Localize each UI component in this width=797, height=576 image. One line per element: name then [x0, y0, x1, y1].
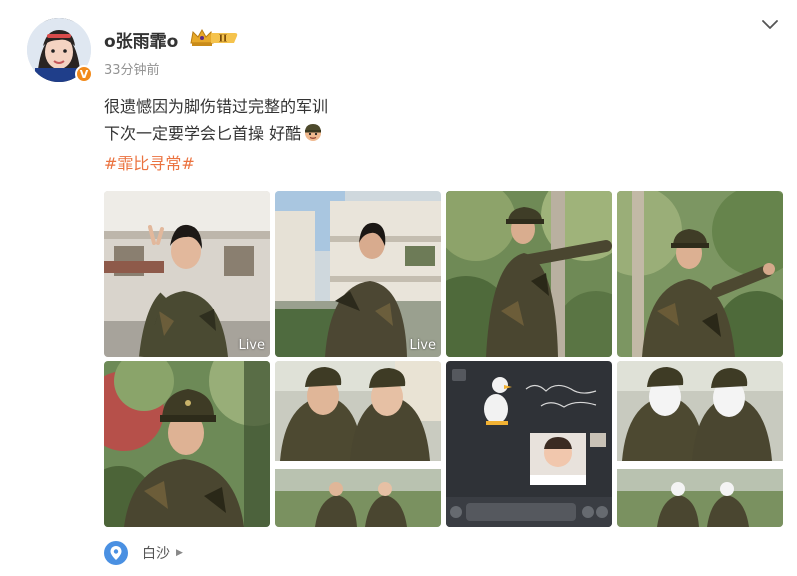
vip-badge[interactable]: II [189, 26, 239, 48]
image-tile-5[interactable] [104, 361, 270, 527]
avatar-container[interactable]: V [27, 18, 93, 83]
verified-badge: V [75, 65, 93, 83]
image-tile-1[interactable]: Live [104, 191, 270, 357]
post-text-line-2-wrap: 下次一定要学会匕首操 好酷 [104, 120, 328, 150]
username[interactable]: o张雨霏o [104, 27, 178, 52]
more-menu-button[interactable] [760, 17, 780, 33]
vip-level-text: II [219, 35, 227, 45]
crown-icon: II [190, 28, 238, 46]
image-tile-3[interactable] [446, 191, 612, 357]
post-time[interactable]: 33分钟前 [104, 59, 160, 78]
chevron-right-icon: ▶ [176, 548, 183, 558]
live-badge: Live [409, 338, 436, 353]
location-label: 白沙 [142, 546, 170, 562]
image-tile-8[interactable] [617, 361, 783, 527]
image-tile-6[interactable] [275, 361, 441, 527]
map-pin-icon [104, 541, 128, 565]
image-tile-4[interactable] [617, 191, 783, 357]
image-grid: Live Live [104, 191, 783, 527]
soldier-face-emoji [303, 122, 323, 150]
chevron-down-icon [762, 20, 778, 29]
live-badge: Live [238, 338, 265, 353]
hashtag-link[interactable]: #霏比寻常# [104, 150, 328, 177]
image-tile-7[interactable] [446, 361, 612, 527]
post-text-line-1: 很遗憾因为脚伤错过完整的军训 [104, 97, 329, 116]
post-text-line-2: 下次一定要学会匕首操 好酷 [104, 124, 302, 143]
location-link[interactable]: 白沙 ▶ [104, 541, 183, 565]
post-text: 很遗憾因为脚伤错过完整的军训 下次一定要学会匕首操 好酷 #霏比寻常# [104, 93, 328, 177]
image-tile-2[interactable]: Live [275, 191, 441, 357]
